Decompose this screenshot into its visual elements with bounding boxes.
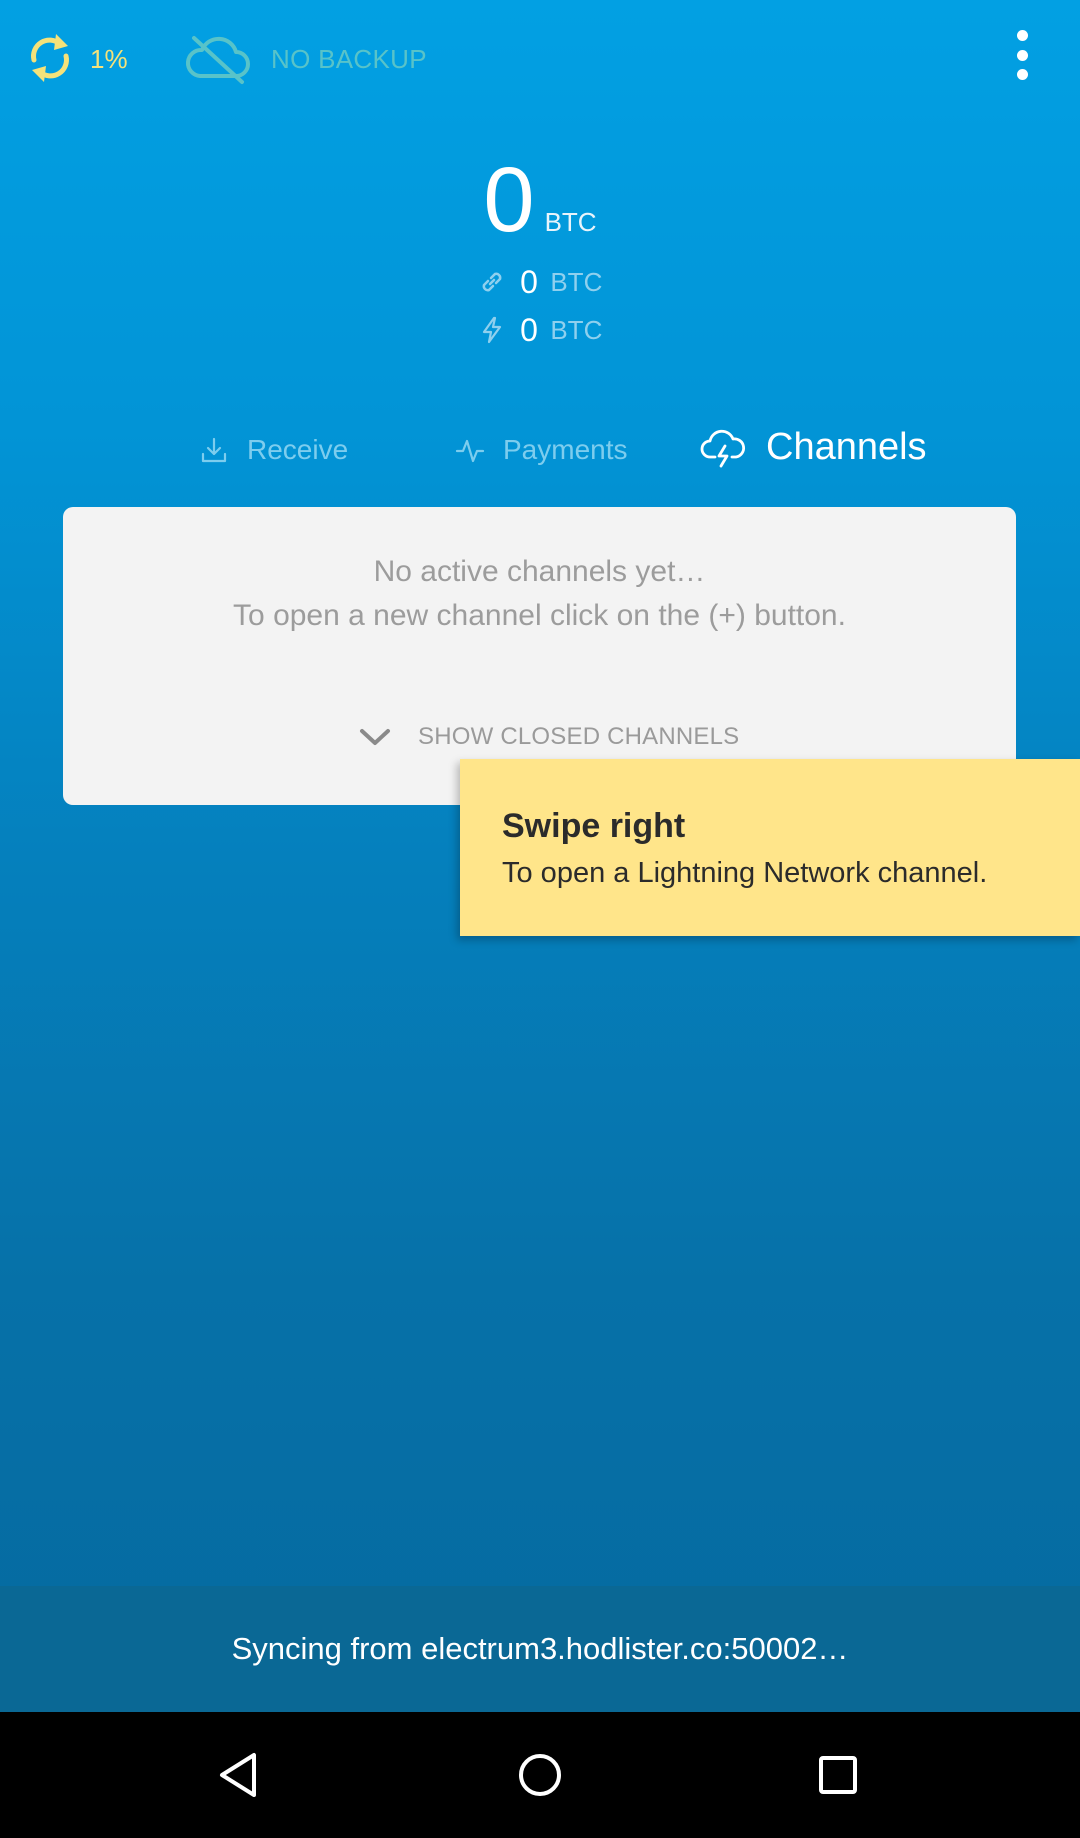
sync-status-bar: Syncing from electrum3.hodlister.co:5000… [0, 1586, 1080, 1712]
home-circle-icon[interactable] [510, 1745, 570, 1805]
tab-bar: Receive Payments Channels [0, 414, 1080, 488]
show-closed-channels-label: SHOW CLOSED CHANNELS [418, 723, 740, 750]
sync-percent[interactable]: 1% [90, 44, 128, 75]
sync-icon[interactable] [26, 30, 74, 86]
top-bar: 1% NO BACKUP [0, 0, 1080, 118]
total-balance-unit: BTC [544, 207, 597, 237]
onchain-unit: BTC [550, 267, 603, 297]
back-triangle-icon[interactable] [210, 1745, 270, 1805]
lightning-unit: BTC [550, 315, 603, 345]
tab-receive-label: Receive [247, 434, 349, 465]
onchain-amount: 0 [520, 264, 538, 300]
tooltip-title: Swipe right [502, 807, 686, 845]
cloud-off-icon[interactable] [184, 32, 252, 86]
menu-dot [1016, 30, 1028, 41]
channels-empty-hint: To open a new channel click on the (+) b… [233, 599, 846, 632]
tab-receive[interactable]: Receive [199, 434, 348, 466]
tab-channels[interactable]: Channels [700, 424, 927, 470]
tab-payments-label: Payments [503, 434, 628, 465]
channels-empty-title: No active channels yet… [373, 555, 706, 588]
onchain-balance: 0 BTC [0, 262, 1080, 302]
android-nav-bar [0, 1712, 1080, 1838]
backup-status[interactable]: NO BACKUP [271, 44, 427, 75]
app-screen: 1% NO BACKUP 0 BTC 0 BTC 0 BTC Receive P… [0, 0, 1080, 1712]
menu-dot [1016, 69, 1028, 80]
lightning-amount: 0 [520, 312, 538, 348]
cloud-lightning-icon [700, 429, 745, 468]
swipe-tooltip[interactable]: Swipe right To open a Lightning Network … [460, 759, 1080, 936]
recents-square-icon[interactable] [808, 1745, 868, 1805]
chevron-down-icon [360, 729, 390, 745]
more-vert-icon[interactable] [1004, 30, 1040, 80]
lightning-bolt-icon [482, 316, 501, 344]
tab-channels-label: Channels [766, 425, 927, 468]
tab-payments[interactable]: Payments [455, 434, 628, 466]
download-icon [201, 437, 227, 463]
activity-icon [455, 439, 485, 463]
link-icon [482, 272, 502, 292]
tooltip-body: To open a Lightning Network channel. [502, 857, 988, 889]
show-closed-channels-button[interactable]: SHOW CLOSED CHANNELS [358, 723, 739, 751]
menu-dot [1016, 49, 1028, 61]
total-balance: 0 BTC [0, 150, 1080, 250]
lightning-balance: 0 BTC [0, 310, 1080, 350]
total-balance-amount: 0 [483, 149, 535, 251]
sync-status-text: Syncing from electrum3.hodlister.co:5000… [231, 1631, 849, 1666]
